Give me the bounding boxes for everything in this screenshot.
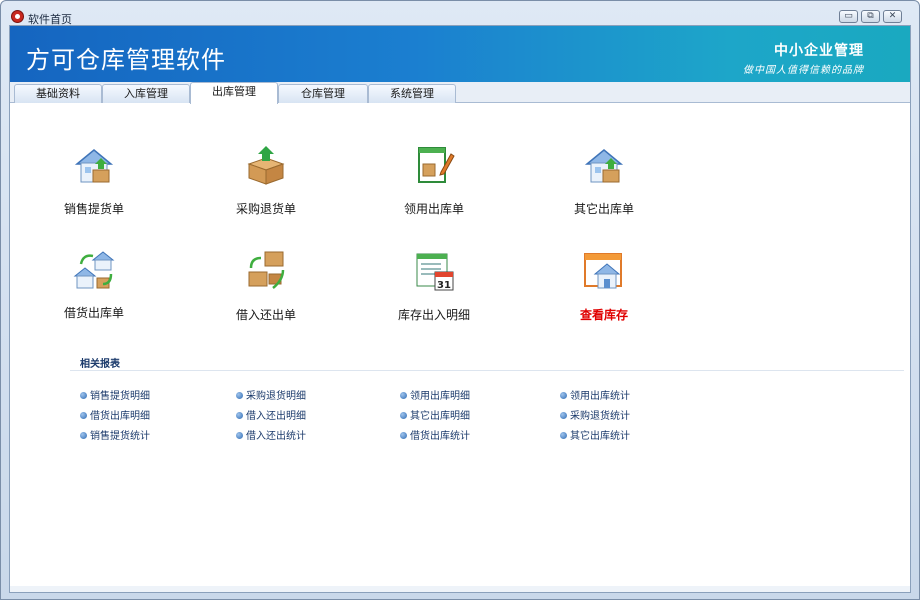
house-transfer-icon [73,251,115,289]
bullet-icon [400,432,407,439]
app-title: 方可仓库管理软件 [26,46,226,74]
other-outbound-button[interactable]: 其它出库单 [544,144,664,224]
func-label: 借入还出单 [235,308,296,322]
bullet-icon [236,432,243,439]
report-link-label[interactable]: 采购退货统计 [570,411,630,422]
report-link-label[interactable]: 借入还出明细 [246,411,306,422]
house-box-icon [74,149,114,183]
report-link[interactable]: 销售提货统计 [80,427,150,442]
inventory-detail-button[interactable]: 31 库存出入明细 [374,250,494,330]
svg-text:31: 31 [437,280,451,291]
bullet-icon [80,392,87,399]
app-logo-icon [11,10,24,23]
form-edit-icon [418,147,455,183]
tab-bar: 基础资料 入库管理 出库管理 仓库管理 系统管理 [10,82,910,104]
report-link-label[interactable]: 领用出库明细 [410,391,470,402]
bullet-icon [560,392,567,399]
bullet-icon [400,412,407,419]
main-client-area: 方可仓库管理软件 中小企业管理 做中国人值得信赖的品牌 基础资料 入库管理 出库… [9,25,911,593]
box-return-icon [247,146,285,185]
tab-basic-data[interactable]: 基础资料 [14,84,102,103]
bullet-icon [236,392,243,399]
report-link-label[interactable]: 其它出库明细 [410,411,470,422]
bullet-icon [80,412,87,419]
boxes-cycle-icon [248,251,285,289]
report-link[interactable]: 采购退货明细 [236,387,306,402]
bullet-icon [236,412,243,419]
slogan-main: 中小企业管理 [774,43,864,59]
borrow-outbound-button[interactable]: 借货出库单 [34,250,154,330]
report-link[interactable]: 销售提货明细 [80,387,150,402]
report-link[interactable]: 借入还出统计 [236,427,306,442]
report-link[interactable]: 借货出库明细 [80,407,150,422]
reports-title: 相关报表 [80,359,120,370]
func-label: 领用出库单 [403,202,464,216]
report-link-label[interactable]: 其它出库统计 [570,431,630,442]
report-link[interactable]: 领用出库统计 [560,387,630,402]
func-label: 查看库存 [579,308,628,322]
func-label: 库存出入明细 [397,308,470,322]
calendar-list-icon: 31 [416,253,454,291]
report-link[interactable]: 采购退货统计 [560,407,630,422]
close-button[interactable]: ✕ [883,10,902,23]
bottom-strip [10,586,910,592]
purchase-return-button[interactable]: 采购退货单 [206,144,326,224]
requisition-outbound-button[interactable]: 领用出库单 [374,144,494,224]
func-label: 销售提货单 [63,202,124,216]
tab-inbound[interactable]: 入库管理 [102,84,190,103]
report-link-label[interactable]: 采购退货明细 [246,391,306,402]
func-label: 借货出库单 [63,306,124,320]
app-window: 软件首页 ▭ ⧉ ✕ 方可仓库管理软件 中小企业管理 做中国人值得信赖的品牌 基… [0,0,920,600]
restore-button[interactable]: ⧉ [861,10,880,23]
func-label: 其它出库单 [573,202,634,216]
report-link-label[interactable]: 借入还出统计 [246,431,306,442]
minimize-button[interactable]: ▭ [839,10,858,23]
bullet-icon [560,432,567,439]
title-bar[interactable]: 软件首页 ▭ ⧉ ✕ [1,1,919,26]
banner: 方可仓库管理软件 中小企业管理 做中国人值得信赖的品牌 [10,26,910,82]
tab-outbound[interactable]: 出库管理 [190,82,278,104]
view-inventory-button[interactable]: 查看库存 [544,250,664,330]
func-label: 采购退货单 [235,202,296,216]
slogan-sub: 做中国人值得信赖的品牌 [743,65,864,76]
bullet-icon [560,412,567,419]
bullet-icon [400,392,407,399]
report-link-label[interactable]: 销售提货统计 [90,431,150,442]
sales-delivery-button[interactable]: 销售提货单 [34,144,154,224]
tab-system[interactable]: 系统管理 [368,84,456,103]
report-link-label[interactable]: 销售提货明细 [90,391,150,402]
reports-divider [70,370,904,371]
borrow-return-button[interactable]: 借入还出单 [206,250,326,330]
report-link[interactable]: 其它出库明细 [400,407,470,422]
report-link-label[interactable]: 领用出库统计 [570,391,630,402]
house-box-icon [584,149,624,183]
report-link-label[interactable]: 借货出库统计 [410,431,470,442]
tab-warehouse[interactable]: 仓库管理 [278,84,368,103]
report-link[interactable]: 借货出库统计 [400,427,470,442]
report-link[interactable]: 其它出库统计 [560,427,630,442]
house-window-icon [584,253,622,289]
report-link-label[interactable]: 借货出库明细 [90,411,150,422]
bullet-icon [80,432,87,439]
report-link[interactable]: 领用出库明细 [400,387,470,402]
report-link[interactable]: 借入还出明细 [236,407,306,422]
